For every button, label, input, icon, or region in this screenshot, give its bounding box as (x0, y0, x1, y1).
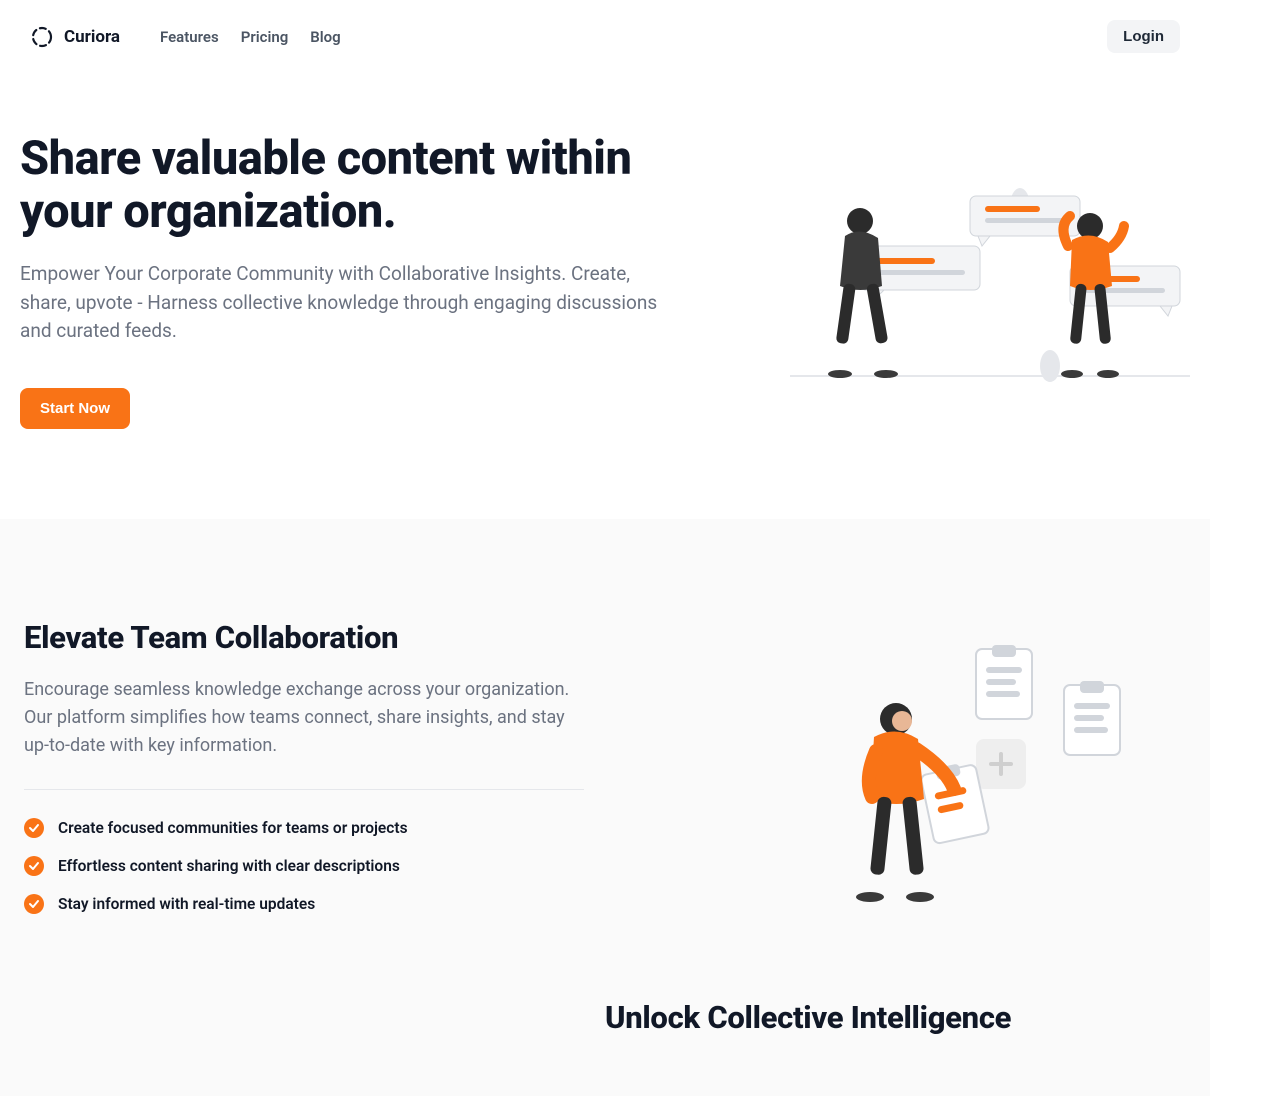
nav-link-features[interactable]: Features (160, 28, 219, 46)
checklist-item: Effortless content sharing with clear de… (24, 856, 584, 876)
hero-subtitle: Empower Your Corporate Community with Co… (20, 260, 660, 346)
nav-link-pricing[interactable]: Pricing (241, 28, 289, 46)
brand[interactable]: Curiora (30, 25, 120, 49)
check-circle-icon (24, 856, 44, 876)
intelligence-title: Unlock Collective Intelligence (605, 999, 1162, 1036)
checklist-item-label: Create focused communities for teams or … (58, 819, 408, 837)
check-circle-icon (24, 818, 44, 838)
collaboration-description: Encourage seamless knowledge exchange ac… (24, 676, 584, 760)
login-button[interactable]: Login (1107, 20, 1180, 53)
intelligence-section-header: Unlock Collective Intelligence (24, 919, 1186, 1036)
divider (24, 789, 584, 790)
brand-name: Curiora (64, 27, 120, 47)
brand-logo-icon (30, 25, 54, 49)
hero-section: Share valuable content within your organ… (0, 73, 1210, 519)
check-circle-icon (24, 894, 44, 914)
hero-title: Share valuable content within your organ… (20, 133, 680, 238)
collaboration-illustration (766, 619, 1186, 919)
checklist-item: Create focused communities for teams or … (24, 818, 584, 838)
collaboration-section: Elevate Team Collaboration Encourage sea… (0, 519, 1210, 1096)
collaboration-title: Elevate Team Collaboration (24, 619, 584, 656)
checklist-item: Stay informed with real-time updates (24, 894, 584, 914)
nav-link-blog[interactable]: Blog (310, 28, 340, 46)
collaboration-checklist: Create focused communities for teams or … (24, 818, 584, 914)
primary-nav: Features Pricing Blog (160, 28, 341, 46)
hero-illustration (790, 166, 1190, 396)
collaboration-text: Elevate Team Collaboration Encourage sea… (24, 619, 584, 915)
header-left: Curiora Features Pricing Blog (30, 25, 341, 49)
start-now-button[interactable]: Start Now (20, 388, 130, 429)
site-header: Curiora Features Pricing Blog Login (0, 0, 1210, 73)
checklist-item-label: Stay informed with real-time updates (58, 895, 315, 913)
hero-text: Share valuable content within your organ… (20, 133, 680, 429)
checklist-item-label: Effortless content sharing with clear de… (58, 857, 400, 875)
